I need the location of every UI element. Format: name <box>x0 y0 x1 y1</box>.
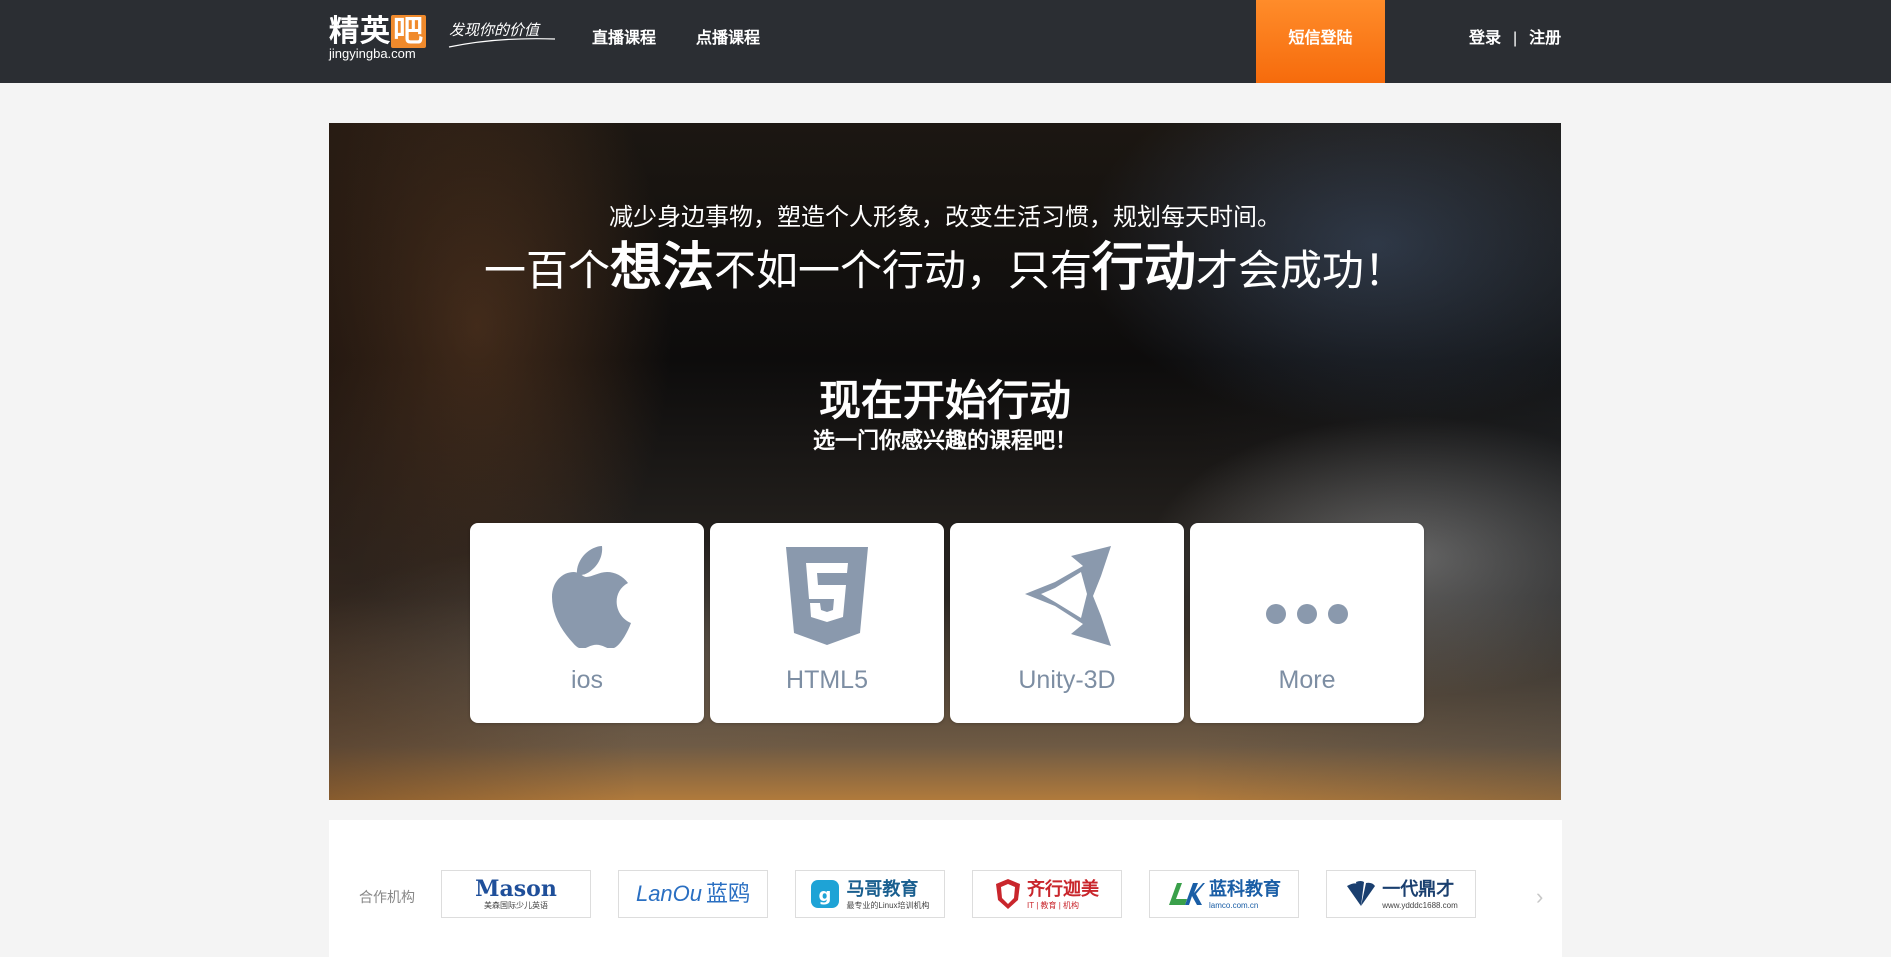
partner-logo-mage[interactable]: g 马哥教育 最专业的Linux培训机构 <box>795 870 945 918</box>
partner-logo-qixing[interactable]: 齐行迦美 IT | 教育 | 机构 <box>972 870 1122 918</box>
hero-tagline: 减少身边事物，塑造个人形象，改变生活习惯，规划每天时间。 <box>609 204 1281 231</box>
top-navigation-bar: 精英吧 jingyingba.com 发现你的价值 直播课程 点播课程 短信登陆… <box>0 0 1891 83</box>
svg-text:g: g <box>819 885 832 906</box>
fan-logo-icon <box>1347 881 1376 906</box>
slogan-swoosh-icon <box>448 38 556 48</box>
course-card-ios[interactable]: ios <box>470 523 704 723</box>
partners-section: 合作机构 Mason 美森国际少儿英语 LanOu 蓝鸥 g 马哥教育 最专业的… <box>329 820 1562 957</box>
course-label: ios <box>571 666 603 694</box>
course-label: More <box>1278 666 1336 694</box>
login-link[interactable]: 登录 <box>1469 30 1501 47</box>
unity-icon <box>950 541 1184 651</box>
hero-call-to-action: 现在开始行动 <box>818 377 1071 424</box>
logo-brand-en: jingyingba.com <box>329 46 416 61</box>
lk-logo-icon <box>1169 883 1205 905</box>
more-dots-icon <box>1190 541 1424 651</box>
auth-links: 登录 | 注册 <box>1469 0 1561 83</box>
hero-subtitle: 选一门你感兴趣的课程吧！ <box>812 428 1077 453</box>
logo-brand-cn: 精英吧 <box>329 15 426 48</box>
course-label: Unity-3D <box>1018 666 1116 694</box>
partners-next-arrow-icon[interactable]: › <box>1536 884 1543 910</box>
register-link[interactable]: 注册 <box>1529 30 1561 47</box>
nav-live-courses[interactable]: 直播课程 <box>592 0 656 83</box>
partner-logo-mason[interactable]: Mason 美森国际少儿英语 <box>441 870 591 918</box>
hero-headline: 一百个想法不如一个行动，只有行动才会成功！ <box>483 239 1407 297</box>
course-card-html5[interactable]: HTML5 <box>710 523 944 723</box>
course-label: HTML5 <box>786 666 868 694</box>
mage-logo-icon: g <box>811 880 840 908</box>
site-logo[interactable]: 精英吧 jingyingba.com 发现你的价值 <box>329 15 559 65</box>
partner-logo-lanou[interactable]: LanOu 蓝鸥 <box>618 870 768 918</box>
hero-banner: 减少身边事物，塑造个人形象，改变生活习惯，规划每天时间。 一百个想法不如一个行动… <box>329 123 1561 800</box>
course-card-more[interactable]: More <box>1190 523 1424 723</box>
partners-title: 合作机构 <box>359 889 415 905</box>
html5-icon <box>710 541 944 651</box>
partner-logo-yidai[interactable]: 一代鼎才 www.ydddc1688.com <box>1326 870 1476 918</box>
course-card-unity3d[interactable]: Unity-3D <box>950 523 1184 723</box>
sms-login-button[interactable]: 短信登陆 <box>1256 0 1385 83</box>
shield-logo-icon <box>996 879 1020 909</box>
apple-icon <box>470 541 704 651</box>
auth-separator: | <box>1513 30 1518 47</box>
partner-logo-lanke[interactable]: 蓝科教育 lamco.com.cn <box>1149 870 1299 918</box>
nav-vod-courses[interactable]: 点播课程 <box>696 0 760 83</box>
